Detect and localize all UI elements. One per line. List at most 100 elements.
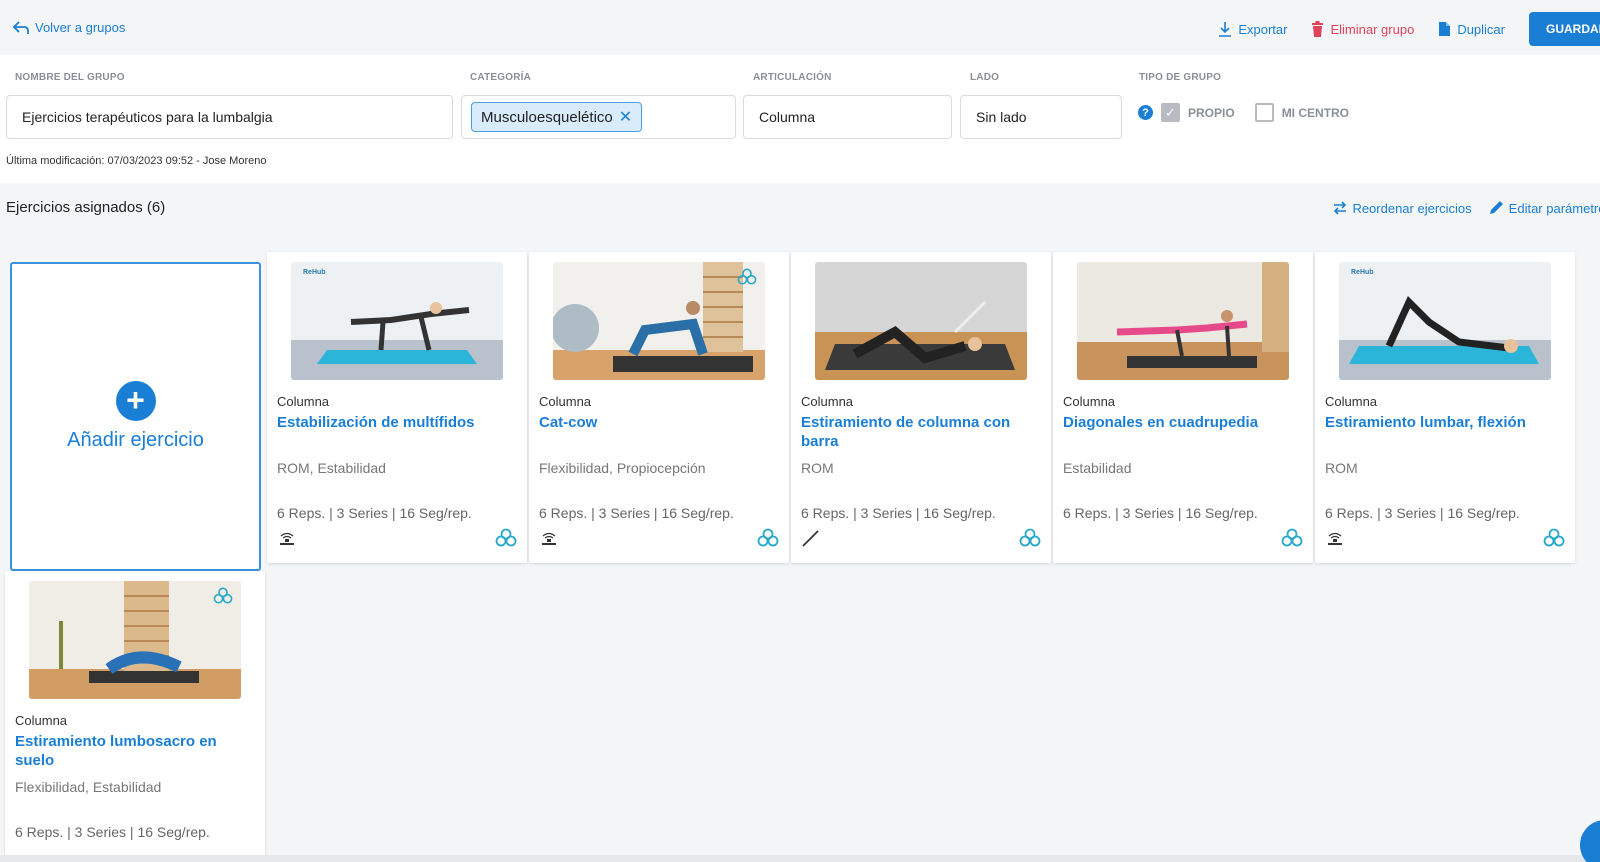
rehub-badge-icon <box>495 528 517 547</box>
delete-group-label: Eliminar grupo <box>1330 21 1415 37</box>
group-name-label: NOMBRE DEL GRUPO <box>15 72 125 83</box>
add-exercise-card[interactable]: + Añadir ejercicio <box>10 262 261 571</box>
sensor-icon <box>542 532 556 545</box>
duplicate-label: Duplicar <box>1457 21 1505 37</box>
exercise-params: 6 Reps. | 3 Series | 16 Seg/rep. <box>801 505 996 521</box>
back-label: Volver a grupos <box>35 20 126 35</box>
rehub-badge-icon <box>1019 528 1041 547</box>
exercise-thumbnail: ReHub <box>291 262 503 380</box>
side-value: Sin lado <box>976 109 1027 125</box>
exercise-name[interactable]: Estiramiento de columna con barra <box>801 413 1046 451</box>
delete-group-button[interactable]: Eliminar grupo <box>1311 21 1414 37</box>
exercise-card[interactable]: Columna Cat-cow Flexibilidad, Propiocepc… <box>529 252 789 563</box>
sensor-icon <box>280 532 294 545</box>
add-exercise-label: Añadir ejercicio <box>67 429 204 451</box>
exercise-params: 6 Reps. | 3 Series | 16 Seg/rep. <box>277 505 472 521</box>
center-checkbox[interactable] <box>1254 103 1274 122</box>
exercise-thumbnail <box>815 262 1027 380</box>
edit-parameters-label: Editar parámetros <box>1508 200 1600 216</box>
exercise-thumbnail <box>29 581 241 699</box>
category-select[interactable]: Musculoesquelético ✕ <box>461 95 736 139</box>
exercise-tags: ROM, Estabilidad <box>277 460 386 476</box>
section-header: Ejercicios asignados (6) Reordenar ejerc… <box>0 183 1600 233</box>
sensor-icon <box>1328 532 1342 545</box>
exercise-category: Columna <box>277 394 330 409</box>
category-chip[interactable]: Musculoesquelético ✕ <box>471 102 643 132</box>
exercise-card[interactable]: Columna Estiramiento lumbosacro en suelo… <box>5 571 265 861</box>
stick-icon <box>802 530 819 547</box>
joint-select[interactable]: Columna <box>743 95 952 139</box>
bottom-divider <box>0 855 1600 862</box>
download-icon <box>1219 22 1232 37</box>
exercise-tags: Flexibilidad, Estabilidad <box>15 779 162 795</box>
close-icon[interactable]: ✕ <box>619 107 632 127</box>
exercise-name[interactable]: Estiramiento lumbosacro en suelo <box>15 732 235 770</box>
exercise-params: 6 Reps. | 3 Series | 16 Seg/rep. <box>15 824 210 840</box>
rehub-badge-icon <box>737 268 757 285</box>
group-name-input[interactable]: Ejercicios terapéuticos para la lumbalgi… <box>6 95 453 139</box>
joint-label: ARTICULACIÓN <box>753 72 832 83</box>
side-select[interactable]: Sin lado <box>960 95 1122 139</box>
exercise-thumbnail <box>553 262 765 380</box>
exercise-category: Columna <box>801 394 854 409</box>
exercise-tags: Flexibilidad, Propiocepción <box>539 460 706 476</box>
trash-icon <box>1312 21 1324 37</box>
exercise-name[interactable]: Estabilización de multífidos <box>277 413 522 432</box>
exercise-tags: Estabilidad <box>1063 460 1132 476</box>
top-bar: Volver a grupos Exportar Eliminar grupo … <box>0 0 1600 55</box>
exercise-card[interactable]: Columna Diagonales en cuadrupedia Estabi… <box>1053 252 1313 563</box>
plus-icon: + <box>115 381 156 421</box>
save-label: GUARDAR <box>1546 22 1600 36</box>
rehub-logo: ReHub <box>303 269 326 276</box>
exercise-name[interactable]: Diagonales en cuadrupedia <box>1063 413 1308 432</box>
rehub-logo: ReHub <box>1351 269 1374 276</box>
exercise-tags: ROM <box>801 460 834 476</box>
exercise-tags: ROM <box>1325 460 1358 476</box>
rehub-badge-icon <box>213 587 233 604</box>
top-actions: Exportar Eliminar grupo Duplicar GUARDAR <box>1218 12 1600 46</box>
own-checkbox[interactable]: ✓ <box>1161 103 1180 122</box>
section-actions: Reordenar ejercicios Editar parámetros <box>1333 200 1600 216</box>
exercise-name[interactable]: Estiramiento lumbar, flexión <box>1325 413 1570 432</box>
side-label: LADO <box>970 72 1000 83</box>
back-to-groups-link[interactable]: Volver a grupos <box>12 20 125 35</box>
swap-icon <box>1334 201 1347 215</box>
group-type-options: ? ✓ PROPIO MI CENTRO <box>1138 103 1349 122</box>
exercise-card[interactable]: ReHub Columna Estiramiento lumbar, flexi… <box>1315 252 1575 563</box>
exercise-thumbnail: ReHub <box>1339 262 1551 380</box>
exercise-params: 6 Reps. | 3 Series | 16 Seg/rep. <box>1325 505 1520 521</box>
last-modified-text: Última modificación: 07/03/2023 09:52 - … <box>6 155 267 167</box>
exercise-name[interactable]: Cat-cow <box>539 413 784 432</box>
document-icon <box>1439 22 1451 36</box>
category-label: CATEGORÍA <box>470 72 532 83</box>
rehub-badge-icon <box>1281 528 1303 547</box>
exercise-card[interactable]: Columna Estiramiento de columna con barr… <box>791 252 1051 563</box>
section-title: Ejercicios asignados (6) <box>6 199 165 216</box>
center-label: MI CENTRO <box>1281 105 1350 120</box>
export-label: Exportar <box>1238 21 1288 37</box>
group-name-value: Ejercicios terapéuticos para la lumbalgi… <box>22 109 273 125</box>
rehub-badge-icon <box>1543 528 1565 547</box>
duplicate-button[interactable]: Duplicar <box>1438 21 1505 37</box>
own-label: PROPIO <box>1188 105 1235 120</box>
save-button[interactable]: GUARDAR <box>1529 12 1600 46</box>
export-button[interactable]: Exportar <box>1218 21 1287 37</box>
exercise-grid: + Añadir ejercicio ReHub Columna Estabil… <box>0 233 1600 861</box>
group-type-label: TIPO DE GRUPO <box>1139 72 1222 83</box>
joint-value: Columna <box>759 109 816 125</box>
category-chip-label: Musculoesquelético <box>481 108 613 126</box>
exercise-count: (6) <box>146 199 166 216</box>
rehub-badge-icon <box>757 528 779 547</box>
section-title-text: Ejercicios asignados <box>6 199 143 216</box>
reorder-label: Reordenar ejercicios <box>1352 200 1472 216</box>
pencil-icon <box>1489 201 1503 214</box>
exercise-category: Columna <box>1325 394 1378 409</box>
help-icon[interactable]: ? <box>1138 105 1153 120</box>
edit-parameters-button[interactable]: Editar parámetros <box>1488 200 1600 216</box>
exercise-params: 6 Reps. | 3 Series | 16 Seg/rep. <box>1063 505 1258 521</box>
exercise-params: 6 Reps. | 3 Series | 16 Seg/rep. <box>539 505 734 521</box>
exercise-category: Columna <box>15 713 68 728</box>
exercise-card[interactable]: ReHub Columna Estabilización de multífid… <box>267 252 527 563</box>
reorder-exercises-button[interactable]: Reordenar ejercicios <box>1333 200 1472 216</box>
group-form: NOMBRE DEL GRUPO Ejercicios terapéuticos… <box>0 55 1600 183</box>
